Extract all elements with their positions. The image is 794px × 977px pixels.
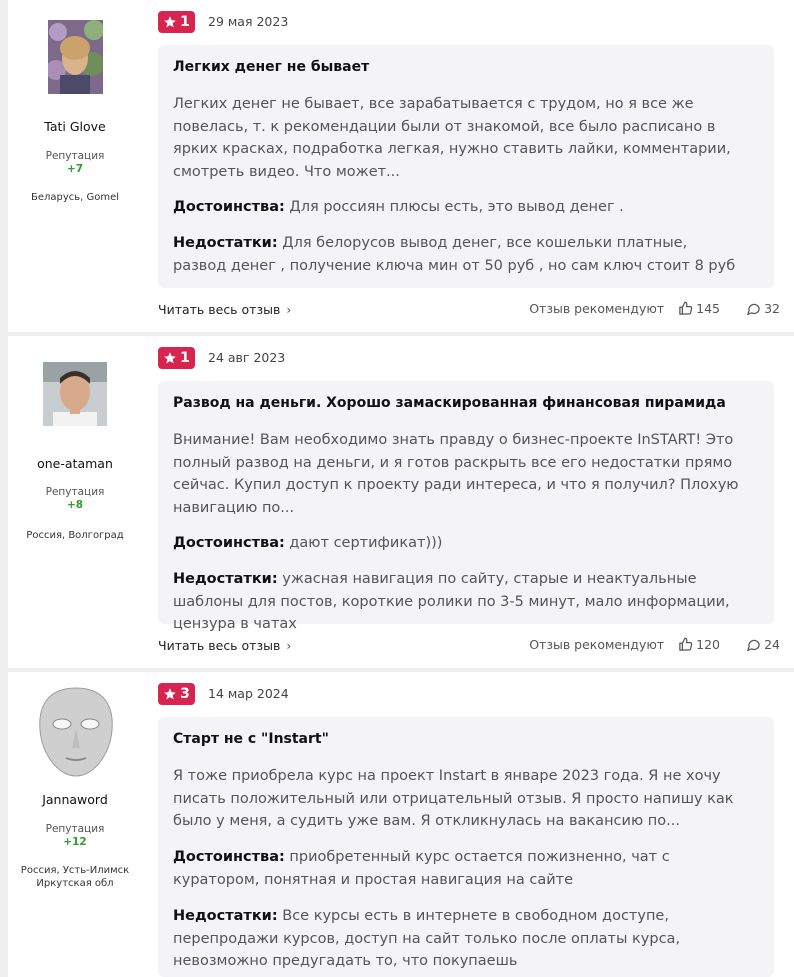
review-card[interactable]: Развод на деньги. Хорошо замаскированная… bbox=[158, 381, 774, 632]
review-cons: Недостатки: ужасная навигация по сайту, … bbox=[173, 571, 730, 632]
thumbs-up-icon bbox=[679, 637, 693, 651]
avatar[interactable] bbox=[48, 20, 103, 94]
chevron-right-icon: › bbox=[286, 302, 292, 317]
review-item: Jannaword Репутация +12 Россия, Усть-Или… bbox=[8, 672, 794, 977]
review-title[interactable]: Развод на деньги. Хорошо замаскированная… bbox=[173, 395, 759, 411]
rating-badge: 1 bbox=[158, 11, 195, 33]
read-more-link[interactable]: Читать весь отзыв › bbox=[158, 638, 291, 653]
review-card[interactable]: Легких денег не бывает Легких денег не б… bbox=[158, 45, 774, 288]
reputation-value: +8 bbox=[66, 499, 84, 511]
avatar[interactable] bbox=[28, 684, 124, 780]
reputation-label: Репутация bbox=[45, 150, 105, 162]
reputation-label: Репутация bbox=[45, 823, 105, 835]
review-pros: Достоинства: приобретенный курс остается… bbox=[173, 849, 670, 888]
rating-badge: 3 bbox=[158, 683, 195, 705]
thumbs-up-icon bbox=[679, 301, 693, 315]
review-excerpt: Легких денег не бывает, все зарабатывает… bbox=[173, 96, 731, 180]
review-date: 29 мая 2023 bbox=[208, 14, 289, 29]
recommend-label: Отзыв рекомендуют bbox=[529, 637, 665, 652]
rating-badge: 1 bbox=[158, 347, 195, 369]
pros-label: Достоинства: bbox=[173, 199, 285, 215]
chevron-right-icon: › bbox=[286, 638, 292, 653]
rating-value: 1 bbox=[180, 14, 190, 30]
read-more-link[interactable]: Читать весь отзыв › bbox=[158, 302, 291, 317]
author-name[interactable]: Jannaword bbox=[8, 792, 142, 807]
comments-button[interactable]: 24 bbox=[746, 637, 780, 652]
review-cons: Недостатки: Все курсы есть в интернете в… bbox=[173, 908, 681, 969]
comment-icon bbox=[746, 303, 760, 316]
review-pros: Достоинства: дают сертификат))) bbox=[173, 535, 443, 551]
review-item: one-ataman Репутация +8 Россия, Волгогра… bbox=[8, 336, 794, 668]
review-date: 24 авг 2023 bbox=[208, 350, 286, 365]
reputation-label: Репутация bbox=[45, 486, 105, 498]
review-item: Tati Glove Репутация +7 Беларусь, Gomel … bbox=[8, 0, 794, 332]
review-title[interactable]: Легких денег не бывает bbox=[173, 59, 759, 75]
cons-label: Недостатки: bbox=[173, 571, 278, 587]
recommend-bar: Отзыв рекомендуют 120 bbox=[529, 637, 720, 652]
recommend-bar: Отзыв рекомендуют 145 bbox=[529, 301, 720, 316]
author-location: Беларусь, Gomel bbox=[30, 192, 120, 203]
cons-label: Недостатки: bbox=[173, 908, 278, 924]
author-location: Россия, Волгоград bbox=[26, 530, 124, 541]
author-name[interactable]: Tati Glove bbox=[8, 119, 142, 134]
avatar[interactable] bbox=[43, 362, 107, 426]
reputation-value: +12 bbox=[63, 836, 87, 848]
star-icon bbox=[164, 16, 176, 28]
star-icon bbox=[164, 352, 176, 364]
review-excerpt: Я тоже приобрела курс на проект Instart … bbox=[173, 768, 734, 829]
pros-label: Достоинства: bbox=[173, 535, 285, 551]
review-cons: Недостатки: Для белорусов вывод денег, в… bbox=[173, 235, 736, 274]
reputation-value: +7 bbox=[66, 163, 84, 175]
comments-button[interactable]: 32 bbox=[746, 301, 780, 316]
rating-value: 3 bbox=[180, 686, 190, 702]
like-button[interactable]: 145 bbox=[678, 301, 720, 316]
like-button[interactable]: 120 bbox=[678, 637, 720, 652]
comment-icon bbox=[746, 639, 760, 652]
recommend-label: Отзыв рекомендуют bbox=[529, 301, 665, 316]
pros-label: Достоинства: bbox=[173, 849, 285, 865]
author-name[interactable]: one-ataman bbox=[8, 456, 142, 471]
star-icon bbox=[164, 688, 176, 700]
review-excerpt: Внимание! Вам необходимо знать правду о … bbox=[173, 432, 739, 516]
cons-label: Недостатки: bbox=[173, 235, 278, 251]
author-location: Россия, Усть-Илимск Иркутская обл bbox=[20, 865, 130, 889]
review-title[interactable]: Старт не с "Instart" bbox=[173, 731, 759, 747]
review-date: 14 мар 2024 bbox=[208, 686, 289, 701]
review-card[interactable]: Старт не с "Instart" Я тоже приобрела ку… bbox=[158, 717, 774, 977]
rating-value: 1 bbox=[180, 350, 190, 366]
review-pros: Достоинства: Для россиян плюсы есть, это… bbox=[173, 199, 624, 215]
